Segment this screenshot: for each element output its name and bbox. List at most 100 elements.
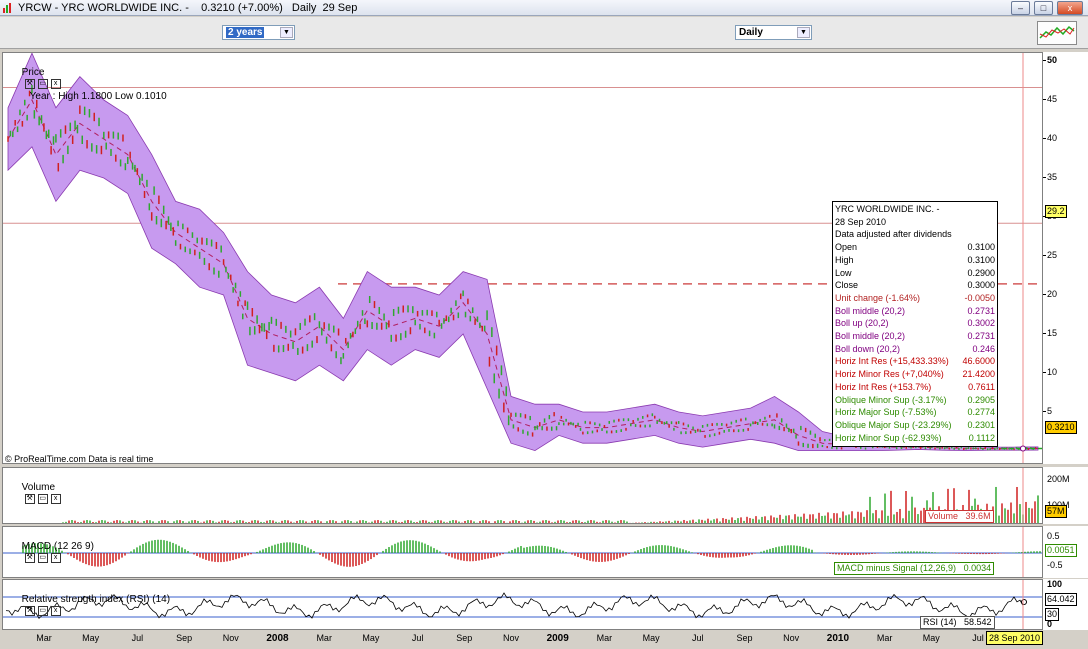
macd-panel[interactable]: MACD (12 26 9) ⚒ ▭ x MACD minus Signal (12… — [2, 526, 1043, 578]
infobox-row-value: 0.3002 — [967, 318, 995, 329]
infobox-row-label: Horiz Int Res (+153.7%) — [835, 381, 932, 392]
x-month-label: May — [922, 633, 940, 643]
macd-last-tag: 0.0051 — [1045, 544, 1077, 557]
wrench-icon[interactable]: ⚒ — [24, 553, 35, 564]
price-y-axis: 5101520253035404550 29.2 0.3210 — [1043, 52, 1088, 464]
close-icon[interactable]: x — [50, 606, 61, 617]
chevron-down-icon[interactable]: ▼ — [797, 27, 810, 38]
infobox-row: Unit change (-1.64%) -0.0050 — [835, 292, 995, 305]
app-chart-icon — [3, 3, 13, 13]
close-button[interactable]: x — [1057, 1, 1083, 15]
volume-panel-header: Volume ⚒ ▭ x — [5, 470, 61, 505]
infobox-row-label: Close — [835, 280, 859, 291]
interval-select[interactable]: Daily ▼ — [735, 25, 812, 40]
x-year-label: 2009 — [546, 633, 569, 644]
infobox-row-value: 0.3100 — [967, 254, 995, 265]
macd-readout-label: MACD minus Signal (12,26,9) — [837, 563, 957, 573]
volume-tick-label: 200M — [1047, 474, 1070, 484]
period-select[interactable]: 2 years ▼ — [222, 25, 295, 40]
rsi-tick-label: 100 — [1047, 579, 1063, 589]
x-month-label: Nov — [783, 633, 800, 643]
last-price-marker — [1020, 445, 1026, 452]
line-chart-icon — [1039, 25, 1075, 39]
macd-tick-label: 0.5 — [1047, 531, 1060, 541]
volume-chart — [62, 468, 1039, 523]
macd-panel-header: MACD (12 26 9) ⚒ ▭ x — [5, 529, 94, 564]
macd-readout: MACD minus Signal (12,26,9) 0.0034 — [834, 562, 995, 575]
infobox-row: High 0.3100 — [835, 254, 995, 267]
infobox-row-label: High — [835, 254, 854, 265]
rsi-last-tag: 64.042 — [1045, 593, 1077, 606]
infobox-row-label: Low — [835, 267, 852, 278]
x-year-label: 2010 — [826, 633, 850, 644]
rsi-panel-header: Relative strength index (RSI) (14) ⚒ ▭ x — [5, 582, 170, 617]
close-icon[interactable]: x — [50, 553, 61, 564]
infobox-row-label: Boll up (20,2) — [835, 318, 889, 329]
rsi-panel[interactable]: Relative strength index (RSI) (14) ⚒ ▭ x R… — [2, 579, 1043, 630]
wrench-icon[interactable]: ⚒ — [24, 79, 35, 90]
window-icon[interactable]: ▭ — [37, 494, 48, 505]
infobox-row-label: Boll middle (20,2) — [835, 331, 906, 342]
window-icon[interactable]: ▭ — [37, 606, 48, 617]
window-icon[interactable]: ▭ — [37, 79, 48, 90]
window-icon[interactable]: ▭ — [37, 553, 48, 564]
last-price-tag: 0.3210 — [1045, 421, 1077, 434]
x-month-label: Jul — [131, 633, 144, 643]
interval-value: Daily — [739, 27, 763, 38]
infobox-row: Horiz Minor Res (+7,040%) 21.4200 — [835, 368, 995, 381]
x-year-label: 2008 — [266, 633, 289, 644]
wrench-icon[interactable]: ⚒ — [24, 494, 35, 505]
infobox-row-value: 0.2774 — [967, 407, 995, 418]
x-month-label: Mar — [596, 633, 613, 643]
macd-y-axis: 0.5 0.0051 -0.5 — [1043, 526, 1088, 578]
price-tick-label: 25 — [1047, 250, 1058, 260]
infobox-row-value: 0.3100 — [967, 242, 995, 253]
macd-tick-label: -0.5 — [1047, 560, 1063, 570]
macd-readout-value: 0.0034 — [963, 563, 992, 573]
infobox-row-value: 0.2731 — [967, 331, 995, 342]
close-icon[interactable]: x — [50, 494, 61, 505]
infobox-row: Close 0.3000 — [835, 279, 995, 292]
rsi-y-axis: 100 64.042 30 0 — [1043, 579, 1088, 630]
infobox-row-value: 0.2905 — [967, 394, 995, 405]
infobox-row-label: Horiz Minor Sup (-62.93%) — [835, 432, 942, 443]
infobox-row-label: Open — [835, 242, 858, 253]
infobox-row-value: 46.6000 — [962, 356, 995, 367]
infobox-row-label: Horiz Minor Res (+7,040%) — [835, 369, 944, 380]
minimize-button[interactable]: – — [1011, 1, 1030, 15]
infobox-row-value: 0.1112 — [968, 432, 995, 443]
x-month-label: Sep — [736, 633, 753, 643]
volume-panel[interactable]: Volume ⚒ ▭ x Volume 39.6M — [2, 467, 1043, 524]
infobox-row-value: 0.2900 — [967, 267, 995, 278]
volume-last-tag: 57M — [1045, 505, 1067, 518]
x-month-label: May — [82, 633, 100, 643]
infobox-row: Horiz Minor Sup (-62.93%) 0.1112 — [835, 432, 995, 445]
infobox-row-label: Oblique Major Sup (-23.29%) — [835, 419, 952, 430]
infobox-note: Data adjusted after dividends — [835, 229, 952, 240]
data-infobox: YRC WORLDWIDE INC. - 28 Sep 2010 Data ad… — [832, 201, 998, 447]
infobox-row: Boll down (20,2) 0.246 — [835, 343, 995, 356]
toolbar: 2 years ▼ Daily ▼ — [0, 17, 1088, 49]
price-tick — [1043, 177, 1046, 178]
maximize-button[interactable]: □ — [1034, 1, 1053, 15]
chart-type-button[interactable] — [1037, 21, 1077, 45]
macd-panel-title: MACD (12 26 9) — [21, 541, 94, 552]
volume-readout: Volume 39.6M — [925, 510, 994, 523]
copyright-text: © ProRealTime.com Data is real time — [5, 454, 154, 464]
infobox-row-label: Horiz Int Res (+15,433.33%) — [835, 356, 949, 367]
infobox-row: Low 0.2900 — [835, 267, 995, 280]
infobox-row: Oblique Major Sup (-23.29%) 0.2301 — [835, 419, 995, 432]
infobox-name: YRC WORLDWIDE INC. - — [835, 204, 940, 214]
rsi-readout-label: RSI (14) — [923, 617, 957, 627]
chevron-down-icon[interactable]: ▼ — [280, 27, 293, 38]
infobox-row: Horiz Major Sup (-7.53%) 0.2774 — [835, 406, 995, 419]
close-icon[interactable]: x — [50, 79, 61, 90]
wrench-icon[interactable]: ⚒ — [24, 606, 35, 617]
price-tick-label: 45 — [1047, 94, 1058, 104]
volume-y-axis: 200M 100M 57M — [1043, 467, 1088, 524]
x-month-label: Nov — [502, 633, 520, 643]
infobox-row-label: Horiz Major Sup (-7.53%) — [835, 407, 937, 418]
infobox-row: Horiz Int Res (+153.7%) 0.7611 — [835, 381, 995, 394]
price-tick-label: 20 — [1047, 289, 1058, 299]
price-tick-label: 50 — [1047, 55, 1058, 65]
